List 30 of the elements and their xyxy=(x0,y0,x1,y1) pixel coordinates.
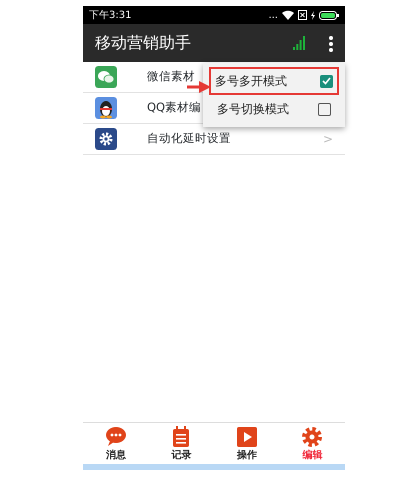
more-icon xyxy=(329,36,333,52)
nav-tab[interactable]: 消息 xyxy=(83,423,148,464)
pointer-arrow xyxy=(187,81,211,93)
penguin-icon xyxy=(95,97,117,119)
signal-icon xyxy=(293,36,305,50)
more-dots: ... xyxy=(268,8,278,22)
nav-tab[interactable]: 操作 xyxy=(214,423,280,464)
chat-icon xyxy=(95,66,117,88)
nav-tab[interactable]: 记录 xyxy=(148,423,214,464)
app-title: 移动营销助手 xyxy=(95,32,191,54)
nav-tab[interactable]: 编辑 xyxy=(280,423,345,464)
menu-item-label: 多号切换模式 xyxy=(217,101,289,118)
charging-icon xyxy=(311,10,315,20)
battery-icon xyxy=(319,10,339,20)
sim-icon xyxy=(298,10,307,20)
menu-item-label: 多号多开模式 xyxy=(215,73,287,90)
list-item-label[interactable]: 微信素材 xyxy=(147,68,195,86)
play-icon xyxy=(236,426,258,448)
chevron: > xyxy=(322,131,333,148)
checkbox[interactable] xyxy=(320,74,333,88)
gear-icon xyxy=(95,128,117,150)
wifi-icon xyxy=(282,10,294,20)
checkbox[interactable] xyxy=(318,102,331,116)
gear-icon xyxy=(301,426,324,448)
list-item-label[interactable]: QQ素材编 xyxy=(147,99,202,117)
menu-item[interactable]: 多号多开模式 xyxy=(209,67,339,95)
menu-item[interactable]: 多号切换模式 xyxy=(203,95,345,123)
status-time: 下午3:31 xyxy=(89,8,132,22)
list-item-label[interactable]: 自动化延时设置 xyxy=(147,130,231,148)
speech-bubble-icon xyxy=(104,426,127,448)
